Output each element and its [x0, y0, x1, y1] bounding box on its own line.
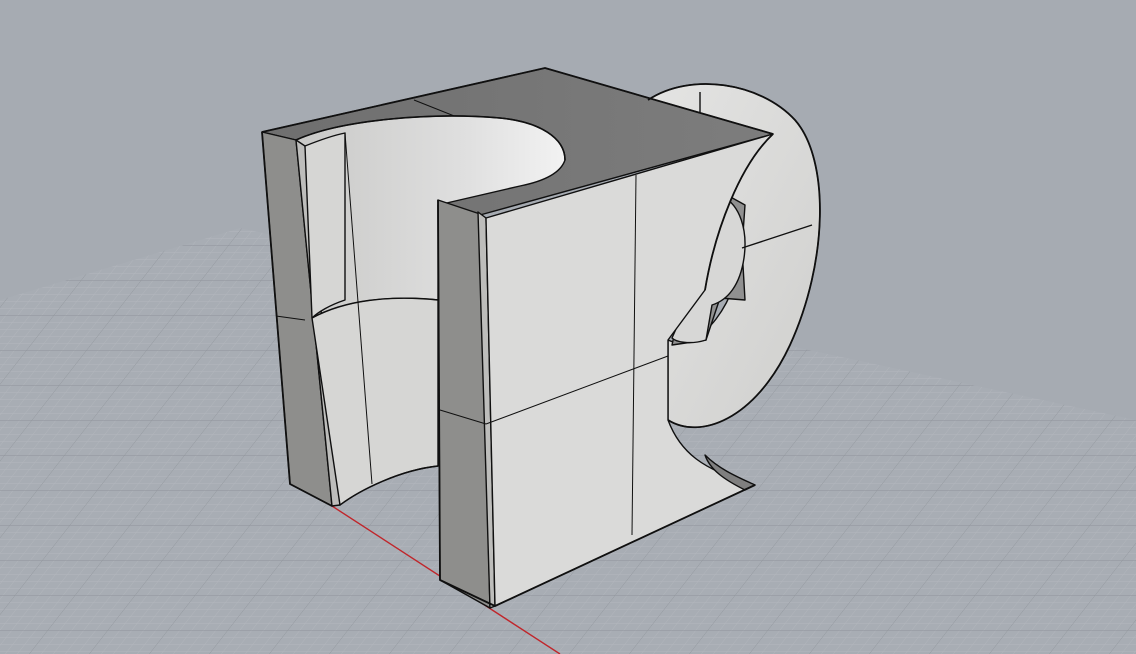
- perspective-viewport[interactable]: [0, 0, 1136, 654]
- viewport-canvas[interactable]: [0, 0, 1136, 654]
